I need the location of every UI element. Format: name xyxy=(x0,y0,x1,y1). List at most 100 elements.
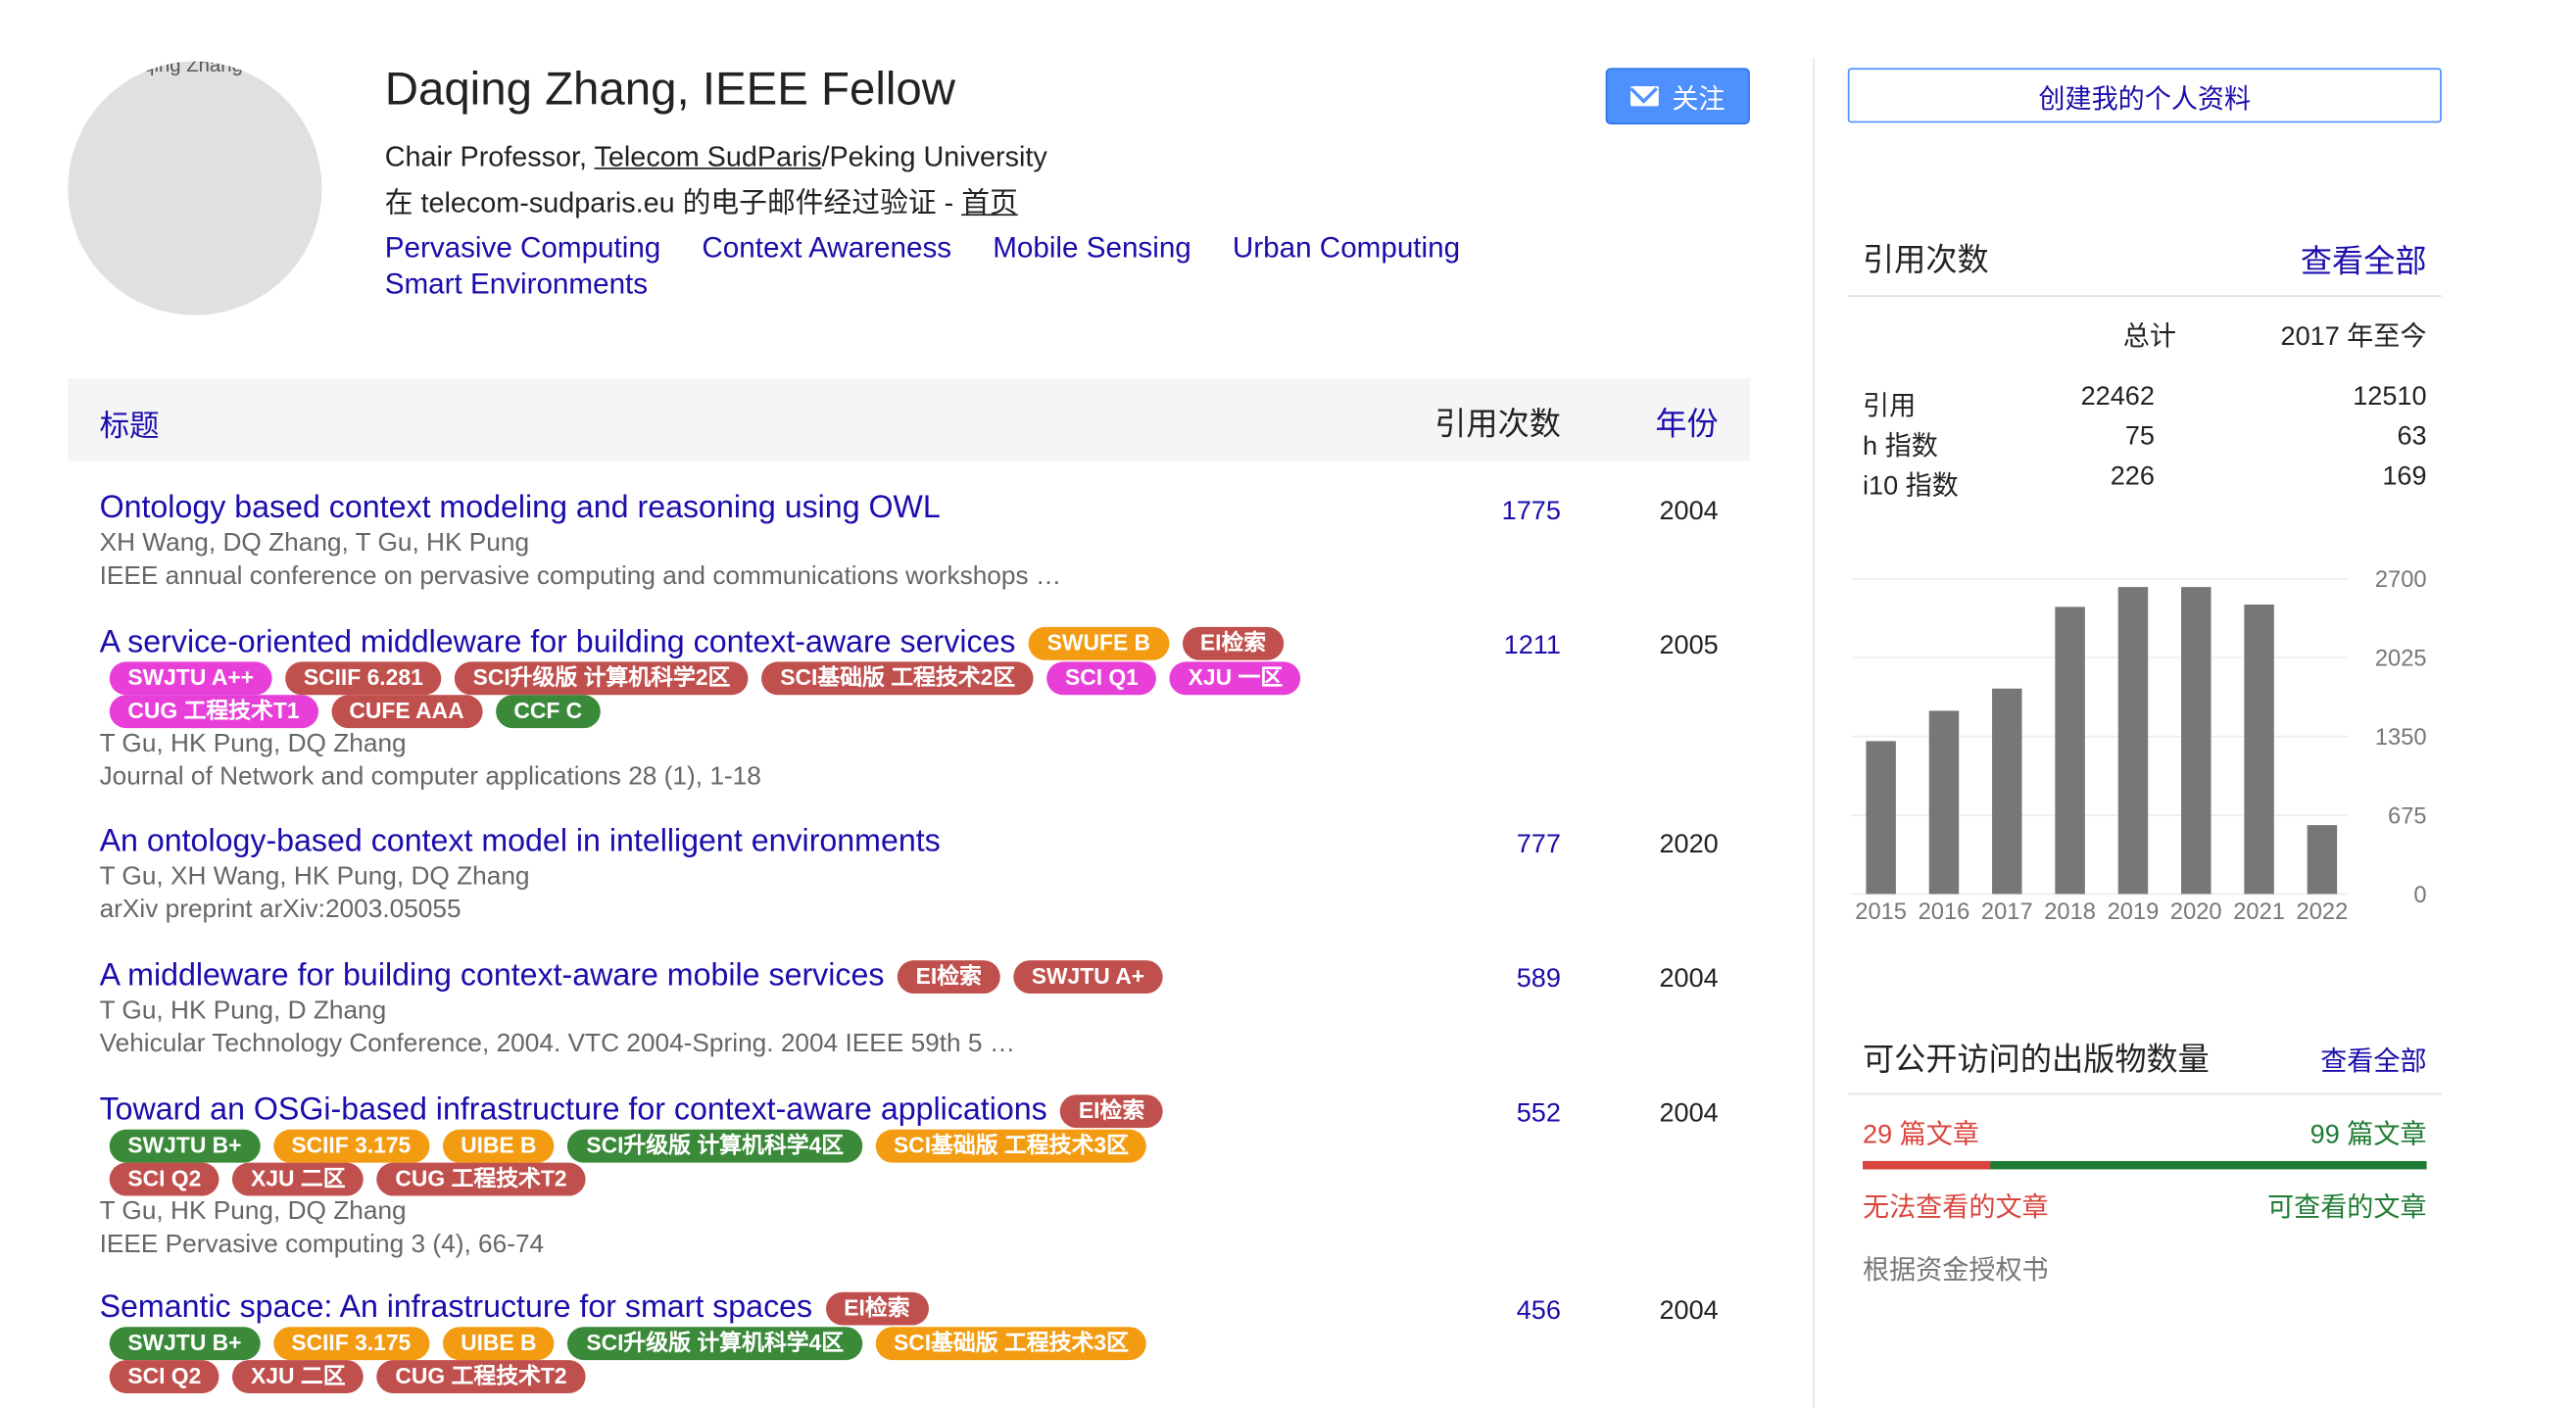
interest-link[interactable]: Mobile Sensing xyxy=(993,229,1191,266)
affiliation-suffix: /Peking University xyxy=(821,140,1047,173)
sort-by-title[interactable]: 标题 xyxy=(100,403,160,446)
article-year: 2004 xyxy=(1659,1296,1719,1326)
open-access-bar xyxy=(1863,1160,2427,1170)
stats-col-since: 2017 年至今 xyxy=(2280,323,2427,352)
avatar-alt-text: Daqing Zhang xyxy=(118,61,243,76)
divider xyxy=(1847,295,2442,298)
stat-total: 22462 xyxy=(2080,383,2155,412)
verified-email-text: 在 telecom-sudparis.eu 的电子邮件经过验证 - xyxy=(384,187,962,219)
stat-label: i10 指数 xyxy=(1863,472,1959,502)
badge-row: SWJTU B+ SCIIF 3.175 UIBE B SCI升级版 计算机科学4区 S… xyxy=(109,1327,1750,1361)
badge-row: SCI Q2 XJU 二区 CUG 工程技术T2 xyxy=(109,1360,1750,1393)
article-year: 2020 xyxy=(1659,831,1719,859)
mail-icon xyxy=(1629,86,1659,107)
cited-by-header: 引用次数 xyxy=(1434,408,1561,443)
oa-available-count[interactable]: 99 篇文章 xyxy=(2310,1111,2427,1151)
cited-by-link[interactable]: 589 xyxy=(1517,965,1561,995)
x-tick-label: 2019 xyxy=(2108,899,2160,925)
cited-by-link[interactable]: 1211 xyxy=(1504,632,1561,661)
article-year: 2004 xyxy=(1659,1099,1719,1129)
chart-bar[interactable] xyxy=(2055,607,2085,895)
journal-rank-badge: SCI基础版 工程技术3区 xyxy=(875,1327,1147,1361)
x-tick-label: 2017 xyxy=(1981,899,2033,925)
stats-col-total: 总计 xyxy=(2122,323,2176,352)
chart-bar[interactable] xyxy=(2117,587,2149,895)
badge-row: CUG 工程技术T1 CUFE AAA CCF C xyxy=(109,695,1750,729)
article-title-link[interactable]: Semantic space: An infrastructure for sm… xyxy=(100,1290,813,1326)
article-title-line: An ontology-based context model in intel… xyxy=(100,824,1750,860)
journal-rank-badge: CUFE AAA xyxy=(330,695,483,729)
x-tick-label: 2021 xyxy=(2233,899,2285,925)
journal-rank-badge: SCI升级版 计算机科学4区 xyxy=(567,1129,862,1163)
divider xyxy=(1847,1092,2442,1095)
affiliation: Chair Professor, Telecom SudParis/Peking… xyxy=(385,141,1047,174)
journal-rank-badge: SWJTU A+ xyxy=(1013,960,1163,994)
verified-email: 在 telecom-sudparis.eu 的电子邮件经过验证 - 首页 xyxy=(385,179,1018,220)
open-access-title: 可公开访问的出版物数量 xyxy=(1863,1043,2210,1079)
stat-since: 63 xyxy=(2397,422,2427,452)
citations-title: 引用次数 xyxy=(1863,243,1989,279)
affiliation-link[interactable]: Telecom SudParis xyxy=(595,141,822,172)
article-year: 2004 xyxy=(1659,965,1719,994)
chart-bar[interactable] xyxy=(2181,587,2211,895)
journal-rank-badge: CUG 工程技术T1 xyxy=(109,695,318,729)
chart-bar[interactable] xyxy=(1928,710,1960,895)
stat-since: 12510 xyxy=(2353,383,2427,412)
chart-bar[interactable] xyxy=(1866,741,1896,895)
article-authors: XH Wang, DQ Zhang, T Gu, HK Pung xyxy=(99,529,530,558)
journal-rank-badge: XJU 一区 xyxy=(1170,661,1301,696)
article-title-line: Toward an OSGi-based infrastructure for … xyxy=(100,1093,1750,1130)
citations-view-all-link[interactable]: 查看全部 xyxy=(2301,237,2427,282)
y-tick-label: 2025 xyxy=(2375,647,2427,672)
follow-button[interactable]: 关注 xyxy=(1605,68,1750,124)
cited-by-link[interactable]: 552 xyxy=(1517,1099,1561,1129)
journal-rank-badge: EI检索 xyxy=(1182,626,1285,660)
interest-link[interactable]: Urban Computing xyxy=(1233,229,1460,266)
follow-label: 关注 xyxy=(1672,86,1725,115)
sort-by-year[interactable]: 年份 xyxy=(1655,400,1718,445)
article-year: 2004 xyxy=(1659,497,1719,526)
cited-by-link[interactable]: 1775 xyxy=(1502,498,1561,527)
citations-bar-chart: 0 675 1350 2025 2700 2015 2016 2017 2018 2019 2020… xyxy=(1848,564,2442,946)
article-title-line: A service-oriented middleware for buildi… xyxy=(100,625,1750,661)
stat-total: 75 xyxy=(2124,422,2155,452)
badge-row: SWJTU A++ SCIIF 6.281 SCI升级版 计算机科学2区 SCI基础版… xyxy=(109,661,1750,696)
homepage-link[interactable]: 首页 xyxy=(961,187,1018,218)
article-title-link[interactable]: A service-oriented middleware for buildi… xyxy=(100,625,1016,660)
article-authors: T Gu, HK Pung, DQ Zhang xyxy=(99,729,407,758)
interest-link[interactable]: Context Awareness xyxy=(702,229,951,266)
journal-rank-badge: XJU 二区 xyxy=(232,1360,365,1393)
cited-by-link[interactable]: 777 xyxy=(1517,831,1561,860)
table-row: An ontology-based context model in intel… xyxy=(100,824,1750,925)
journal-rank-badge: CCF C xyxy=(495,695,601,729)
article-venue: IEEE annual conference on pervasive comp… xyxy=(99,561,1062,590)
chart-bar[interactable] xyxy=(1992,688,2022,895)
article-venue: Journal of Network and computer applicat… xyxy=(99,761,761,791)
article-venue: IEEE Pervasive computing 3 (4), 66-74 xyxy=(99,1230,545,1258)
oa-unavailable-count[interactable]: 29 篇文章 xyxy=(1863,1111,1979,1151)
open-access-view-all-link[interactable]: 查看全部 xyxy=(2320,1039,2426,1079)
interest-link[interactable]: Smart Environments xyxy=(385,266,648,302)
y-tick-label: 2700 xyxy=(2375,567,2427,593)
oa-available-label[interactable]: 可查看的文章 xyxy=(2267,1185,2427,1225)
journal-rank-badge: SCI升级版 计算机科学2区 xyxy=(454,661,750,696)
article-title-link[interactable]: Toward an OSGi-based infrastructure for … xyxy=(100,1093,1047,1129)
chart-bar[interactable] xyxy=(2307,825,2338,895)
oa-unavailable-label[interactable]: 无法查看的文章 xyxy=(1863,1185,2049,1225)
interest-link[interactable]: Pervasive Computing xyxy=(385,229,661,266)
article-venue: Vehicular Technology Conference, 2004. V… xyxy=(99,1029,1016,1058)
article-title-link[interactable]: An ontology-based context model in intel… xyxy=(100,824,941,859)
article-year: 2005 xyxy=(1659,631,1719,660)
table-row: A middleware for building context-aware … xyxy=(100,958,1750,1059)
cited-by-link[interactable]: 456 xyxy=(1517,1297,1561,1327)
create-profile-button[interactable]: 创建我的个人资料 xyxy=(1847,68,2442,123)
article-venue: arXiv preprint arXiv:2003.05055 xyxy=(99,895,462,924)
journal-rank-badge: SCIIF 3.175 xyxy=(272,1129,429,1163)
article-title-link[interactable]: Ontology based context modeling and reas… xyxy=(100,491,941,526)
profile-name: Daqing Zhang, IEEE Fellow xyxy=(384,63,955,115)
y-tick-label: 675 xyxy=(2388,803,2427,829)
article-title-link[interactable]: A middleware for building context-aware … xyxy=(100,958,885,994)
table-row: A service-oriented middleware for buildi… xyxy=(100,625,1750,793)
chart-bar[interactable] xyxy=(2244,604,2274,895)
journal-rank-badge: SCI Q2 xyxy=(109,1360,219,1393)
